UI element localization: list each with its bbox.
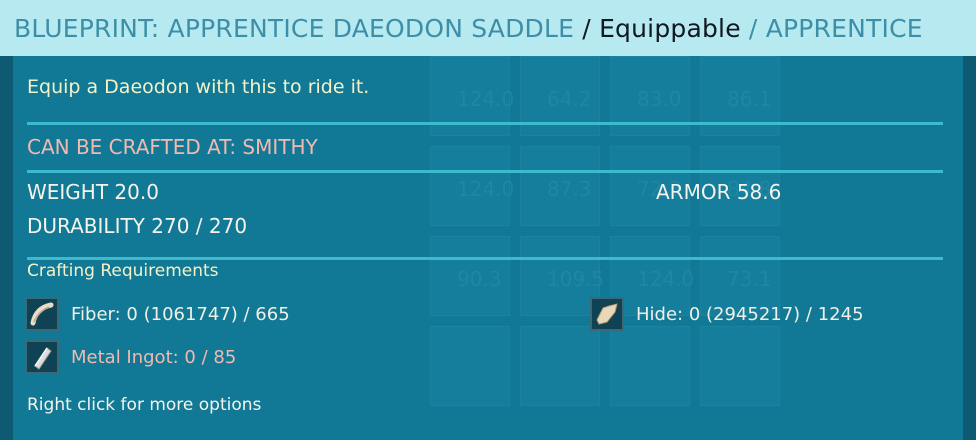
item-stats: WEIGHT 20.0 ARMOR 58.6 DURABILITY 270 / … bbox=[27, 173, 949, 257]
fiber-icon bbox=[25, 297, 59, 331]
resource-label: Metal Ingot: 0 / 85 bbox=[71, 346, 237, 368]
title-separator: / bbox=[574, 13, 600, 43]
item-description-text: Equip a Daeodon with this to ride it. bbox=[27, 76, 370, 98]
divider bbox=[27, 257, 943, 260]
resource-label: Fiber: 0 (1061747) / 665 bbox=[71, 303, 290, 325]
item-tooltip-panel: Equip a Daeodon with this to ride it. CA… bbox=[13, 56, 963, 440]
crafted-at-label: CAN BE CRAFTED AT: SMITHY bbox=[27, 135, 318, 159]
resource-metal-ingot: Metal Ingot: 0 / 85 bbox=[25, 340, 236, 374]
resource-label: Hide: 0 (2945217) / 1245 bbox=[636, 303, 864, 325]
hide-icon bbox=[590, 297, 624, 331]
right-click-hint: Right click for more options bbox=[27, 395, 262, 415]
item-description: Equip a Daeodon with this to ride it. bbox=[27, 56, 949, 122]
metal-ingot-icon bbox=[25, 340, 59, 374]
title-separator: / bbox=[740, 13, 766, 43]
resource-hide: Hide: 0 (2945217) / 1245 bbox=[590, 297, 864, 331]
weight-stat: WEIGHT 20.0 bbox=[27, 180, 159, 204]
item-name: BLUEPRINT: APPRENTICE DAEODON SADDLE bbox=[14, 13, 575, 43]
crafting-requirements-heading: Crafting Requirements bbox=[27, 261, 219, 281]
item-title-bar: BLUEPRINT: APPRENTICE DAEODON SADDLE / E… bbox=[0, 0, 976, 56]
item-quality: APPRENTICE bbox=[765, 13, 923, 43]
durability-stat: DURABILITY 270 / 270 bbox=[27, 214, 248, 238]
armor-stat: ARMOR 58.6 bbox=[656, 180, 782, 204]
item-type: Equippable bbox=[599, 13, 741, 43]
resource-fiber: Fiber: 0 (1061747) / 665 bbox=[25, 297, 290, 331]
